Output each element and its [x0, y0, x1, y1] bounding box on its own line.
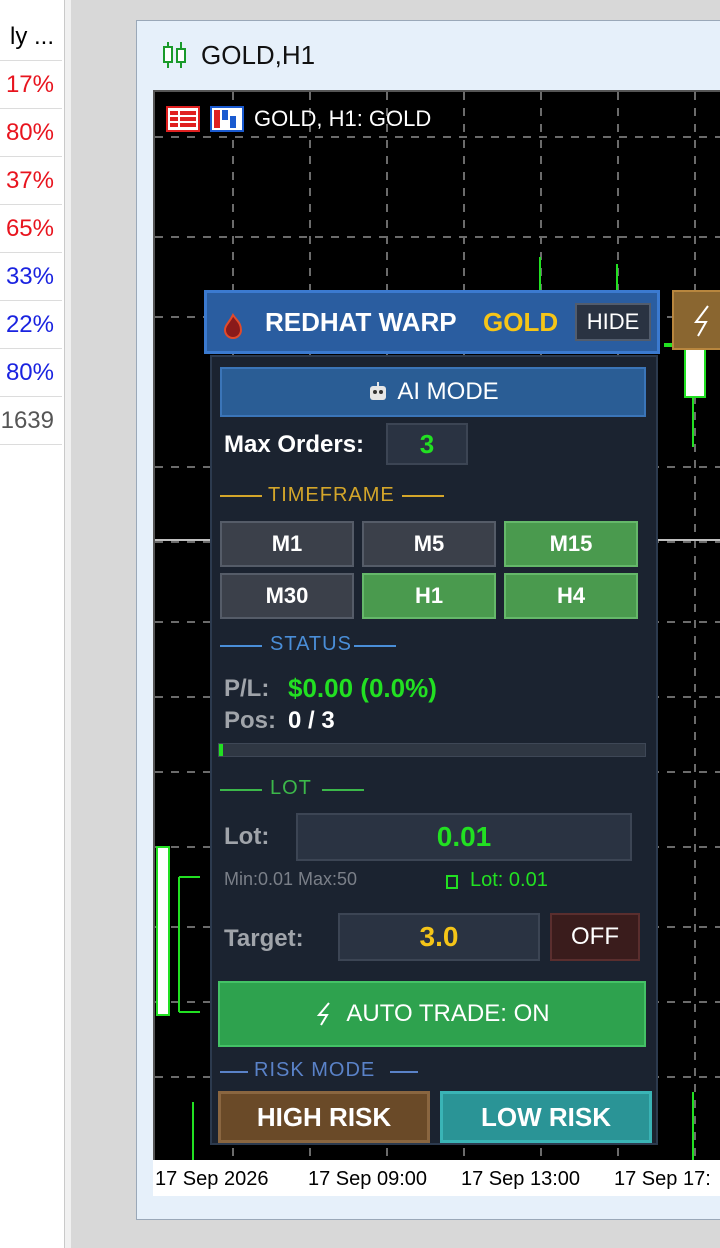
- lot-input[interactable]: 0.01: [296, 813, 632, 861]
- section-divider: [354, 645, 396, 647]
- side-toggle-button[interactable]: [672, 290, 720, 350]
- lot-current: Lot: 0.01: [470, 869, 548, 891]
- expert-advisor-icon[interactable]: [210, 106, 244, 132]
- watchlist-row[interactable]: ly ...: [0, 14, 62, 61]
- timeframe-section-label: TIMEFRAME: [268, 484, 395, 506]
- splitter[interactable]: [64, 0, 71, 1248]
- pos-value: 0 / 3: [288, 707, 335, 734]
- section-divider: [390, 1071, 418, 1073]
- watchlist-value: 33%: [5, 263, 54, 290]
- watchlist-value: 80%: [5, 359, 54, 386]
- time-label: 17 Sep 09:00: [308, 1168, 427, 1190]
- panel-header[interactable]: REDHAT WARP GOLD HIDE: [204, 290, 660, 354]
- tf-h1-button[interactable]: H1: [362, 573, 496, 619]
- max-orders-label: Max Orders:: [224, 431, 365, 458]
- watchlist-row[interactable]: 37%: [0, 158, 62, 205]
- target-input[interactable]: 3.0: [338, 913, 540, 961]
- watchlist-value: 37%: [5, 167, 54, 194]
- flame-icon: [223, 313, 243, 339]
- tf-m5-button[interactable]: M5: [362, 521, 496, 567]
- status-section-label: STATUS: [270, 633, 352, 655]
- tf-m1-button[interactable]: M1: [220, 521, 354, 567]
- watchlist-row[interactable]: 65%: [0, 206, 62, 253]
- watchlist-value: 22%: [5, 311, 54, 338]
- pl-label: P/L:: [224, 675, 270, 702]
- target-label: Target:: [224, 925, 304, 952]
- section-divider: [220, 789, 262, 791]
- hide-button[interactable]: HIDE: [575, 303, 651, 341]
- window-title: GOLD,H1: [201, 39, 316, 70]
- watchlist-row[interactable]: 80%: [0, 350, 62, 397]
- time-label: 17 Sep 17:: [614, 1168, 711, 1190]
- auto-trade-button[interactable]: AUTO TRADE: ON: [218, 981, 646, 1047]
- high-risk-button[interactable]: HIGH RISK: [218, 1091, 430, 1143]
- watchlist-row[interactable]: 33%: [0, 254, 62, 301]
- one-click-trading-icon[interactable]: [166, 106, 200, 132]
- time-axis: 17 Sep 2026 17 Sep 09:00 17 Sep 13:00 17…: [153, 1160, 720, 1196]
- lightning-icon: [694, 305, 709, 337]
- section-divider: [220, 495, 262, 497]
- watchlist-row[interactable]: 17%: [0, 62, 62, 109]
- lock-icon: [446, 875, 458, 889]
- low-risk-button[interactable]: LOW RISK: [440, 1091, 652, 1143]
- tf-h4-button[interactable]: H4: [504, 573, 638, 619]
- watchlist-value: 17%: [5, 71, 54, 98]
- time-label: 17 Sep 13:00: [461, 1168, 580, 1190]
- pl-value: $0.00 (0.0%): [288, 673, 437, 703]
- target-toggle-button[interactable]: OFF: [550, 913, 640, 961]
- candlestick-icon: [163, 42, 186, 68]
- watchlist-value: 65%: [5, 215, 54, 242]
- watchlist-value: 1639: [0, 407, 54, 434]
- watchlist-value: 80%: [5, 119, 54, 146]
- market-watch-list: ly ... 17% 80% 37% 65% 33% 22% 80% 1639: [0, 0, 64, 1248]
- time-label: 17 Sep 2026: [155, 1168, 269, 1190]
- progress-bar: [218, 743, 646, 757]
- risk-mode-section-label: RISK MODE: [254, 1059, 376, 1081]
- ea-panel: AI MODE Max Orders: 3 TIMEFRAME M1 M5 M1…: [210, 355, 658, 1145]
- chart-title: GOLD, H1: GOLD: [254, 106, 432, 131]
- ai-mode-button[interactable]: AI MODE: [220, 367, 646, 417]
- watchlist-value: ly ...: [9, 23, 54, 50]
- section-divider: [402, 495, 444, 497]
- lot-section-label: LOT: [270, 777, 312, 799]
- watchlist-row[interactable]: 80%: [0, 110, 62, 157]
- tf-m15-button[interactable]: M15: [504, 521, 638, 567]
- section-divider: [322, 789, 364, 791]
- max-orders-input[interactable]: 3: [386, 423, 468, 465]
- auto-trade-label: AUTO TRADE: ON: [346, 1000, 550, 1027]
- panel-title: REDHAT WARP: [265, 307, 457, 337]
- chart-symbol-label: GOLD, H1: GOLD: [166, 106, 431, 132]
- section-divider: [220, 1071, 248, 1073]
- tf-m30-button[interactable]: M30: [220, 573, 354, 619]
- window-title-bar[interactable]: GOLD,H1: [161, 35, 315, 75]
- lot-label: Lot:: [224, 823, 270, 850]
- progress-fill: [219, 744, 223, 756]
- lightning-icon: [317, 1002, 331, 1026]
- pos-label: Pos:: [224, 707, 277, 734]
- watchlist-row[interactable]: 22%: [0, 302, 62, 349]
- watchlist-row[interactable]: 1639: [0, 398, 62, 445]
- panel-symbol: GOLD: [483, 307, 559, 337]
- ai-mode-label: AI MODE: [397, 378, 499, 405]
- section-divider: [220, 645, 262, 647]
- robot-icon: [370, 382, 387, 400]
- lot-limits: Min:0.01 Max:50: [224, 869, 358, 889]
